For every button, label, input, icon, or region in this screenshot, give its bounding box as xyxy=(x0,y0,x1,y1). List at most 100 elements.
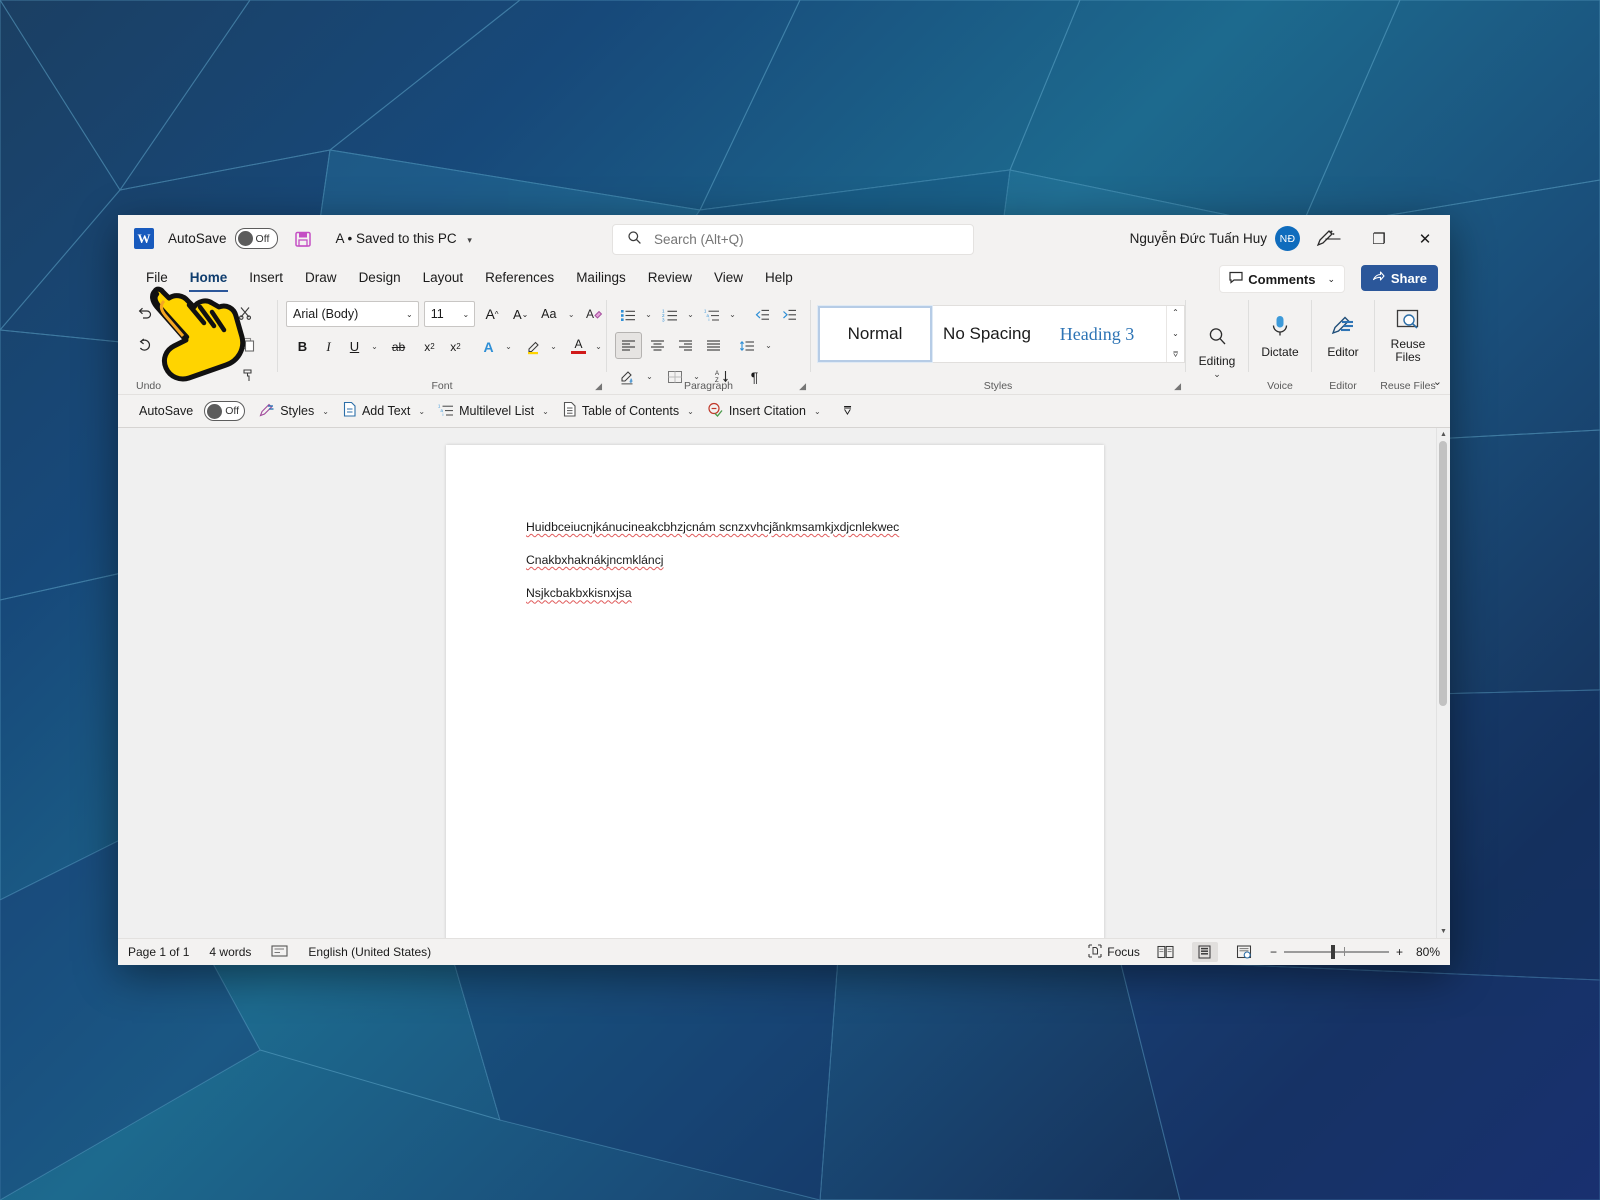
document-page[interactable]: Huidbceiucnjkánucineakcbhzjcnám scnzxvhc… xyxy=(446,445,1104,938)
superscript-button[interactable]: x2 xyxy=(443,334,468,359)
styles-more-icon[interactable]: ⩢ xyxy=(1173,350,1178,360)
chevron-down-icon[interactable]: ⌄ xyxy=(406,310,413,319)
grow-font-button[interactable]: A ^ xyxy=(480,302,504,327)
document-paragraph[interactable]: Huidbceiucnjkánucineakcbhzjcnám scnzxvhc… xyxy=(526,518,1036,551)
justify-icon[interactable] xyxy=(701,333,726,358)
tab-file[interactable]: File xyxy=(135,262,179,294)
toolbar2-item-table-of-contents[interactable]: Table of Contents ⌄ xyxy=(557,399,699,423)
dictate-button[interactable]: Dictate xyxy=(1254,314,1306,359)
tab-mailings[interactable]: Mailings xyxy=(565,262,637,294)
tab-references[interactable]: References xyxy=(474,262,565,294)
chevron-down-icon[interactable]: ⌄ xyxy=(159,308,172,317)
style-item-heading-3[interactable]: Heading 3 xyxy=(1042,306,1152,362)
chevron-down-icon[interactable]: ⌄ xyxy=(687,407,694,416)
proofing-errors-icon[interactable] xyxy=(271,945,288,960)
minimize-button[interactable]: — xyxy=(1310,215,1356,262)
toolbar2-item-styles[interactable]: Styles ⌄ xyxy=(253,399,334,423)
shrink-font-button[interactable]: A ⌄ xyxy=(509,302,533,327)
tab-view[interactable]: View xyxy=(703,262,754,294)
font-name-combobox[interactable]: Arial (Body) ⌄ xyxy=(286,301,419,327)
chevron-down-icon[interactable]: ⌄ xyxy=(684,310,697,319)
maximize-button[interactable]: ❐ xyxy=(1356,215,1402,262)
styles-gallery-scroll[interactable]: ⌃ ⌄ ⩢ xyxy=(1166,306,1184,362)
share-button[interactable]: Share xyxy=(1360,265,1438,291)
comments-button[interactable]: Comments ⌄ xyxy=(1219,265,1345,293)
redo-icon[interactable] xyxy=(132,331,157,356)
chevron-down-icon[interactable]: ⌄ xyxy=(592,342,605,351)
scroll-down-icon[interactable]: ▼ xyxy=(1437,925,1450,938)
toolbar2-item-add-text[interactable]: Add Text ⌄ xyxy=(337,399,430,423)
align-right-icon[interactable] xyxy=(673,333,698,358)
strikethrough-button[interactable]: ab xyxy=(386,334,411,359)
chevron-down-icon[interactable]: ⌄ xyxy=(322,407,329,416)
change-case-button[interactable]: Aa xyxy=(537,302,560,327)
styles-scroll-down-icon[interactable]: ⌄ xyxy=(1172,329,1179,338)
document-paragraph[interactable]: Cnakbxhaknákjncmkláncj xyxy=(526,551,1036,584)
chevron-down-icon[interactable]: ⌄ xyxy=(547,342,560,351)
tab-design[interactable]: Design xyxy=(348,262,412,294)
chevron-down-icon[interactable]: ⌄ xyxy=(502,342,515,351)
chevron-down-icon[interactable]: ⌄ xyxy=(542,407,549,416)
zoom-thumb[interactable] xyxy=(1330,945,1335,959)
toolbar2-item-multilevel-list[interactable]: 1 a i Multilevel List ⌄ xyxy=(433,399,554,423)
zoom-in-button[interactable]: + xyxy=(1396,945,1403,959)
scrollbar-thumb[interactable] xyxy=(1439,441,1447,706)
save-icon[interactable] xyxy=(294,230,312,248)
paragraph-dialog-launcher[interactable]: ◢ xyxy=(799,381,806,392)
styles-gallery[interactable]: Normal No Spacing Heading 3 ⌃ ⌄ ⩢ xyxy=(817,305,1185,363)
focus-button[interactable]: Focus xyxy=(1088,943,1140,961)
print-layout-icon[interactable] xyxy=(1191,942,1218,962)
font-dialog-launcher[interactable]: ◢ xyxy=(595,381,602,392)
multilevel-list-icon[interactable]: 1 a i xyxy=(699,302,724,327)
highlight-icon[interactable] xyxy=(521,334,546,359)
zoom-track[interactable] xyxy=(1283,945,1389,959)
decrease-indent-icon[interactable] xyxy=(749,302,774,327)
tab-home[interactable]: Home xyxy=(179,262,239,294)
toolbar2-autosave-toggle[interactable]: Off xyxy=(204,401,246,421)
numbering-icon[interactable]: 1 2 3 xyxy=(657,302,682,327)
tab-insert[interactable]: Insert xyxy=(238,262,294,294)
chevron-down-icon[interactable]: ⌄ xyxy=(1433,375,1442,388)
editing-button[interactable]: Editing ⌄ xyxy=(1191,326,1243,379)
chevron-down-icon[interactable]: ⌄ xyxy=(368,342,381,351)
text-effects-icon[interactable]: A xyxy=(476,334,501,359)
chevron-down-icon[interactable]: ⌄ xyxy=(418,407,425,416)
chevron-down-icon[interactable]: ⌄ xyxy=(762,341,775,350)
paste-icon[interactable] xyxy=(192,300,217,325)
chevron-down-icon[interactable]: ⌄ xyxy=(814,407,821,416)
subscript-button[interactable]: x2 xyxy=(417,334,442,359)
editor-button[interactable]: Editor xyxy=(1317,314,1369,359)
tab-layout[interactable]: Layout xyxy=(412,262,475,294)
scroll-up-icon[interactable]: ▲ xyxy=(1437,428,1450,441)
bullets-icon[interactable] xyxy=(615,302,640,327)
font-color-icon[interactable]: A xyxy=(566,334,591,359)
style-item-normal[interactable]: Normal xyxy=(817,305,933,363)
chevron-down-icon[interactable]: ⌄ xyxy=(1327,274,1335,285)
toolbar2-item-insert-citation[interactable]: Insert Citation ⌄ xyxy=(702,399,826,423)
vertical-scrollbar[interactable]: ▲ ▼ xyxy=(1436,428,1450,938)
document-name[interactable]: A • Saved to this PC ▾ xyxy=(336,231,472,246)
chevron-down-icon[interactable]: ⌄ xyxy=(462,310,469,319)
clear-formatting-icon[interactable]: A xyxy=(582,302,606,327)
read-mode-icon[interactable] xyxy=(1153,942,1179,962)
tab-draw[interactable]: Draw xyxy=(294,262,348,294)
copy-icon[interactable] xyxy=(235,331,260,356)
toolbar2-item-autosave[interactable]: AutoSave Off xyxy=(134,399,250,423)
italic-button[interactable]: I xyxy=(316,334,341,359)
line-spacing-icon[interactable] xyxy=(734,333,759,358)
bold-button[interactable]: B xyxy=(290,334,315,359)
close-button[interactable]: ✕ xyxy=(1402,215,1448,262)
zoom-out-button[interactable]: − xyxy=(1270,945,1277,959)
autosave-toggle[interactable]: Off xyxy=(234,228,278,249)
chevron-down-icon[interactable]: ⌄ xyxy=(726,310,739,319)
align-left-icon[interactable] xyxy=(615,332,642,359)
page-count[interactable]: Page 1 of 1 xyxy=(128,945,189,959)
chevron-down-icon[interactable]: ▾ xyxy=(467,235,472,245)
document-paragraph[interactable]: Nsjkcbakbxkisnxjsa xyxy=(526,584,1036,617)
toolbar2-overflow-button[interactable]: ⩢ xyxy=(839,399,857,423)
styles-scroll-up-icon[interactable]: ⌃ xyxy=(1172,308,1179,317)
word-count[interactable]: 4 words xyxy=(209,945,251,959)
tab-review[interactable]: Review xyxy=(637,262,703,294)
document-body[interactable]: Huidbceiucnjkánucineakcbhzjcnám scnzxvhc… xyxy=(526,518,1036,618)
zoom-level[interactable]: 80% xyxy=(1416,945,1440,959)
